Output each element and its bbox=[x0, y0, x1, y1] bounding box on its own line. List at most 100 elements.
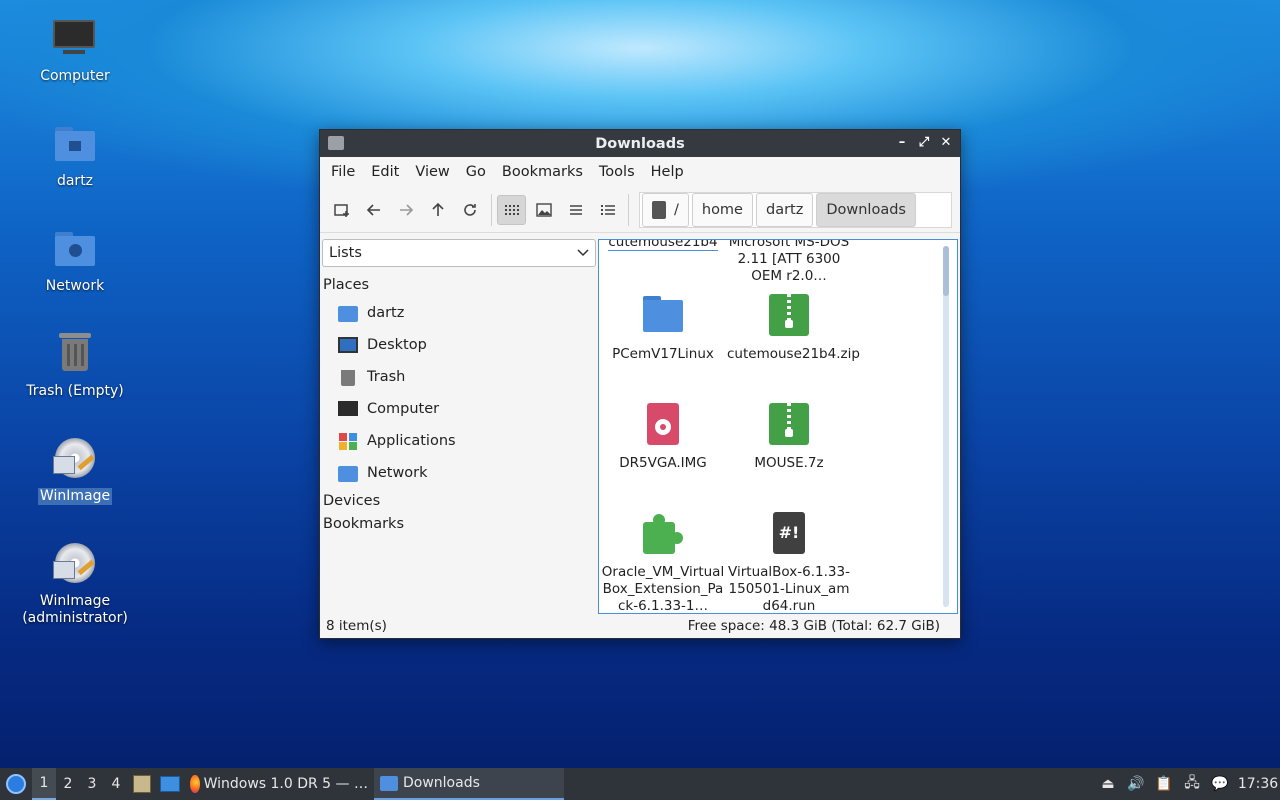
task-downloads[interactable]: Downloads bbox=[374, 768, 564, 800]
archive-icon bbox=[767, 294, 811, 338]
desktop-icon-label: WinImage bbox=[37, 488, 113, 505]
file-name: PCemV17Linux bbox=[612, 346, 714, 362]
workspace-4[interactable]: 4 bbox=[104, 768, 128, 800]
file-item[interactable]: DR5VGA.IMG bbox=[601, 403, 725, 472]
titlebar[interactable]: Downloads – ⤢ ✕ bbox=[320, 130, 960, 157]
places-header[interactable]: Places bbox=[323, 277, 596, 297]
menu-help[interactable]: Help bbox=[643, 164, 692, 180]
back-button[interactable] bbox=[360, 195, 388, 225]
sidebar-item-network[interactable]: Network bbox=[322, 457, 596, 489]
scrollbar[interactable] bbox=[943, 246, 949, 607]
scrollbar-thumb[interactable] bbox=[943, 246, 949, 296]
maximize-button[interactable]: ⤢ bbox=[916, 133, 932, 153]
start-menu-button[interactable] bbox=[0, 768, 32, 800]
desktop-icon-trash[interactable]: Trash (Empty) bbox=[20, 331, 130, 400]
free-space: Free space: 48.3 GiB (Total: 62.7 GiB) bbox=[687, 618, 940, 634]
grid-icon bbox=[504, 204, 519, 215]
detailed-view-button[interactable] bbox=[594, 195, 622, 225]
tray-eject-icon[interactable]: ⏏ bbox=[1096, 768, 1120, 800]
arrow-up-icon bbox=[432, 202, 444, 216]
clock[interactable]: 17:36 bbox=[1236, 776, 1280, 792]
up-button[interactable] bbox=[424, 195, 452, 225]
desktop-icon-winimage-admin[interactable]: WinImage (administrator) bbox=[20, 541, 130, 627]
file-item[interactable]: cutemouse21b4 bbox=[601, 240, 725, 251]
home-folder-icon bbox=[338, 304, 358, 322]
workspace-2[interactable]: 2 bbox=[56, 768, 80, 800]
statusbar: 8 item(s) Free space: 48.3 GiB (Total: 6… bbox=[320, 614, 960, 638]
computer-icon bbox=[338, 400, 358, 418]
file-item[interactable]: #! VirtualBox-6.1.33-150501-Linux_amd64.… bbox=[727, 512, 851, 614]
desktop-icon-network[interactable]: Network bbox=[20, 226, 130, 295]
devices-header[interactable]: Devices bbox=[323, 493, 596, 513]
toolbar: / home dartz Downloads bbox=[320, 187, 960, 233]
sidebar-mode-value: Lists bbox=[329, 245, 362, 261]
window-title: Downloads bbox=[595, 135, 685, 152]
close-button[interactable]: ✕ bbox=[938, 133, 954, 153]
new-tab-button[interactable] bbox=[328, 195, 356, 225]
reload-button[interactable] bbox=[456, 195, 484, 225]
item-count: 8 item(s) bbox=[326, 618, 387, 634]
file-name: DR5VGA.IMG bbox=[619, 455, 707, 471]
menu-file[interactable]: File bbox=[323, 164, 363, 180]
detail-list-icon bbox=[600, 204, 615, 215]
winimage-icon bbox=[51, 436, 99, 484]
forward-button[interactable] bbox=[392, 195, 420, 225]
desktop-icon-home[interactable]: dartz bbox=[20, 121, 130, 190]
file-manager-launcher[interactable] bbox=[128, 768, 156, 800]
file-item[interactable]: Microsoft MS-DOS 2.11 [ATT 6300 OEM r2.0… bbox=[727, 240, 851, 285]
volume-icon[interactable]: 🔊 bbox=[1124, 768, 1148, 800]
compact-view-button[interactable] bbox=[562, 195, 590, 225]
thumbnail-view-button[interactable] bbox=[530, 195, 558, 225]
network-folder-icon bbox=[51, 226, 99, 274]
firefox-icon bbox=[190, 775, 200, 793]
file-item[interactable]: MOUSE.7z bbox=[727, 403, 851, 472]
folder-icon bbox=[328, 136, 344, 150]
toolbar-separator bbox=[628, 193, 629, 226]
bookmarks-header[interactable]: Bookmarks bbox=[323, 516, 596, 536]
toolbar-separator bbox=[490, 193, 492, 226]
sidebar-item-dartz[interactable]: dartz bbox=[322, 297, 596, 329]
network-icon[interactable]: 🖧 bbox=[1180, 768, 1204, 800]
minimize-button[interactable]: – bbox=[894, 133, 910, 153]
breadcrumb-home[interactable]: home bbox=[691, 192, 753, 227]
menu-tools[interactable]: Tools bbox=[591, 164, 643, 180]
desktop-icon-winimage[interactable]: WinImage bbox=[20, 436, 130, 505]
sidebar-item-trash[interactable]: Trash bbox=[322, 361, 596, 393]
sidebar-item-label: Network bbox=[367, 465, 428, 481]
file-item[interactable]: Oracle_VM_VirtualBox_Extension_Pack-6.1.… bbox=[601, 512, 725, 613]
file-view[interactable]: cutemouse21b4 Microsoft MS-DOS 2.11 [ATT… bbox=[598, 239, 958, 614]
sidebar-item-label: Trash bbox=[367, 369, 406, 385]
menubar: File Edit View Go Bookmarks Tools Help bbox=[320, 157, 960, 187]
task-firefox[interactable]: Windows 1.0 DR 5 — … bbox=[184, 768, 374, 800]
taskbar: 1 2 3 4 Windows 1.0 DR 5 — … Downloads ⏏… bbox=[0, 768, 1280, 800]
icon-view-button[interactable] bbox=[497, 194, 526, 225]
workspace-1[interactable]: 1 bbox=[32, 768, 56, 800]
applications-icon bbox=[338, 432, 358, 450]
show-desktop-button[interactable] bbox=[156, 768, 184, 800]
file-name: cutemouse21b4 bbox=[608, 240, 718, 251]
sidebar-item-applications[interactable]: Applications bbox=[322, 425, 596, 457]
menu-view[interactable]: View bbox=[407, 164, 457, 180]
file-manager-window: Downloads – ⤢ ✕ File Edit View Go Bookma… bbox=[319, 129, 961, 639]
sidebar-item-label: Desktop bbox=[367, 337, 427, 353]
desktop-icon-computer[interactable]: Computer bbox=[20, 16, 130, 85]
menu-go[interactable]: Go bbox=[458, 164, 494, 180]
disk-image-icon bbox=[641, 403, 685, 447]
file-name: MOUSE.7z bbox=[754, 455, 824, 471]
notification-icon[interactable]: 💬 bbox=[1208, 768, 1232, 800]
menu-edit[interactable]: Edit bbox=[363, 164, 407, 180]
file-name: VirtualBox-6.1.33-150501-Linux_amd64.run bbox=[728, 564, 850, 614]
menu-bookmarks[interactable]: Bookmarks bbox=[494, 164, 591, 180]
breadcrumb-root[interactable]: / bbox=[641, 192, 689, 227]
sidebar-mode-select[interactable]: Lists bbox=[322, 239, 596, 267]
file-item[interactable]: PCemV17Linux bbox=[601, 294, 725, 363]
breadcrumb-downloads[interactable]: Downloads bbox=[816, 192, 916, 227]
file-item[interactable]: cutemouse21b4.zip bbox=[727, 294, 860, 363]
sidebar-item-computer[interactable]: Computer bbox=[322, 393, 596, 425]
workspace-3[interactable]: 3 bbox=[80, 768, 104, 800]
image-icon bbox=[536, 202, 552, 217]
breadcrumb-dartz[interactable]: dartz bbox=[755, 192, 814, 227]
sidebar-item-desktop[interactable]: Desktop bbox=[322, 329, 596, 361]
clipboard-icon[interactable]: 📋 bbox=[1152, 768, 1176, 800]
archive-icon bbox=[767, 403, 811, 447]
